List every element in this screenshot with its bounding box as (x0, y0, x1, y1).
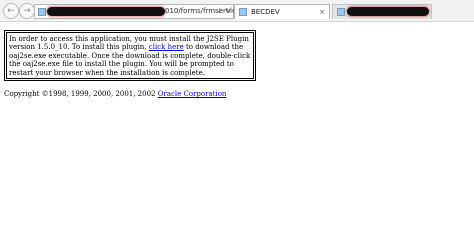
page-content: In order to access this application, you… (4, 30, 256, 99)
tab-title: BECDEV (251, 8, 280, 16)
browser-toolbar: ← → 010/forms/frmservlet?appletmor ↓ ↻ B… (0, 0, 474, 22)
download-plugin-link[interactable]: click here (149, 43, 184, 51)
copyright-text: Copyright ©1998, 1999, 2000, 2001, 2002 (4, 90, 156, 99)
tab-close-icon[interactable]: × (319, 5, 325, 19)
oracle-corporation-link[interactable]: Oracle Corporation (158, 90, 227, 98)
tab-active[interactable]: BECDEV × (234, 4, 330, 19)
plugin-notice-text: In order to access this application, you… (6, 32, 254, 80)
tab-inactive[interactable] (332, 4, 432, 19)
address-actions-icon[interactable]: ↓ ↻ (217, 5, 231, 18)
redacted-url-segment (47, 7, 165, 16)
address-bar[interactable]: 010/forms/frmservlet?appletmor ↓ ↻ (34, 4, 279, 19)
back-button[interactable]: ← (3, 3, 19, 19)
plugin-notice-box: In order to access this application, you… (4, 30, 256, 82)
forward-button[interactable]: → (19, 3, 35, 19)
tab-favicon-icon (239, 8, 247, 16)
tab-favicon-icon (337, 8, 345, 16)
page-favicon-icon (38, 8, 46, 16)
redacted-tab-title (347, 7, 429, 16)
copyright-line: Copyright ©1998, 1999, 2000, 2001, 2002 … (4, 90, 256, 99)
